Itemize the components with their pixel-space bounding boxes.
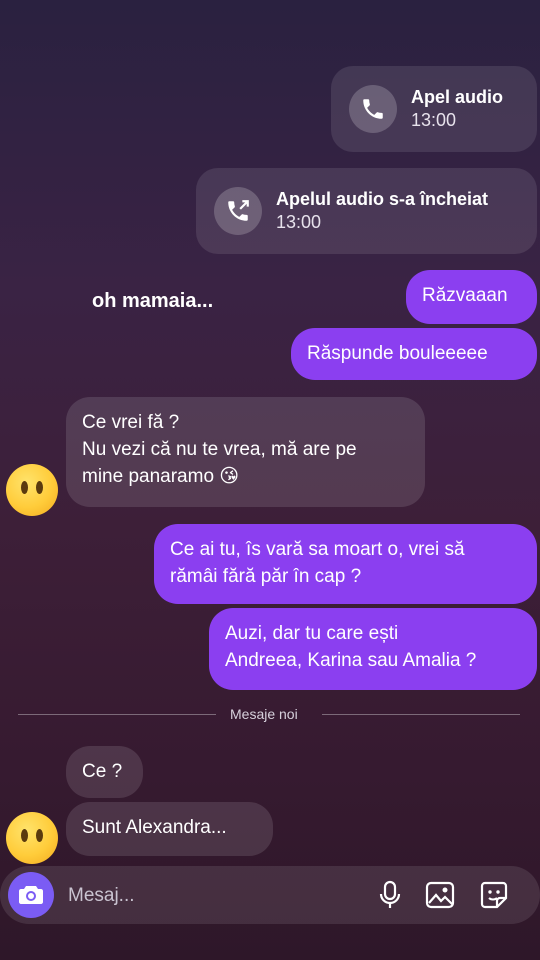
call-ended-card[interactable]: Apelul audio s-a încheiat 13:00 — [196, 168, 537, 254]
outgoing-message[interactable]: Auzi, dar tu care ești Andreea, Karina s… — [209, 608, 537, 690]
microphone-icon[interactable] — [375, 880, 405, 910]
call-title: Apel audio — [411, 87, 504, 107]
incoming-message[interactable]: Sunt Alexandra... — [66, 802, 273, 856]
incoming-message[interactable]: Ce ? — [66, 746, 143, 798]
avatar-emoji[interactable] — [6, 464, 58, 516]
sticker-icon[interactable] — [479, 880, 509, 910]
outgoing-message[interactable]: Răzvaaan — [406, 270, 537, 324]
incoming-message[interactable]: Ce vrei fă ? Nu vezi că nu te vrea, mă a… — [66, 397, 425, 507]
new-messages-label: Mesaje noi — [230, 706, 298, 722]
camera-button[interactable] — [8, 872, 54, 918]
message-composer — [0, 866, 540, 924]
divider-line — [18, 714, 216, 715]
phone-icon — [349, 85, 397, 133]
outgoing-message[interactable]: Răspunde bouleeeee — [291, 328, 537, 380]
divider-line — [322, 714, 520, 715]
message-input[interactable] — [66, 880, 350, 912]
call-time: 13:00 — [411, 110, 457, 130]
call-title: Apelul audio s-a încheiat — [276, 189, 489, 209]
camera-icon — [19, 886, 43, 904]
call-time: 13:00 — [276, 212, 322, 232]
phone-outgoing-icon — [214, 187, 262, 235]
note-text: oh mamaia... — [92, 290, 214, 312]
image-icon[interactable] — [425, 880, 455, 910]
avatar-emoji[interactable] — [6, 812, 58, 864]
outgoing-message[interactable]: Ce ai tu, îs vară sa moart o, vrei să ră… — [154, 524, 537, 604]
call-audio-card[interactable]: Apel audio 13:00 — [331, 66, 537, 152]
